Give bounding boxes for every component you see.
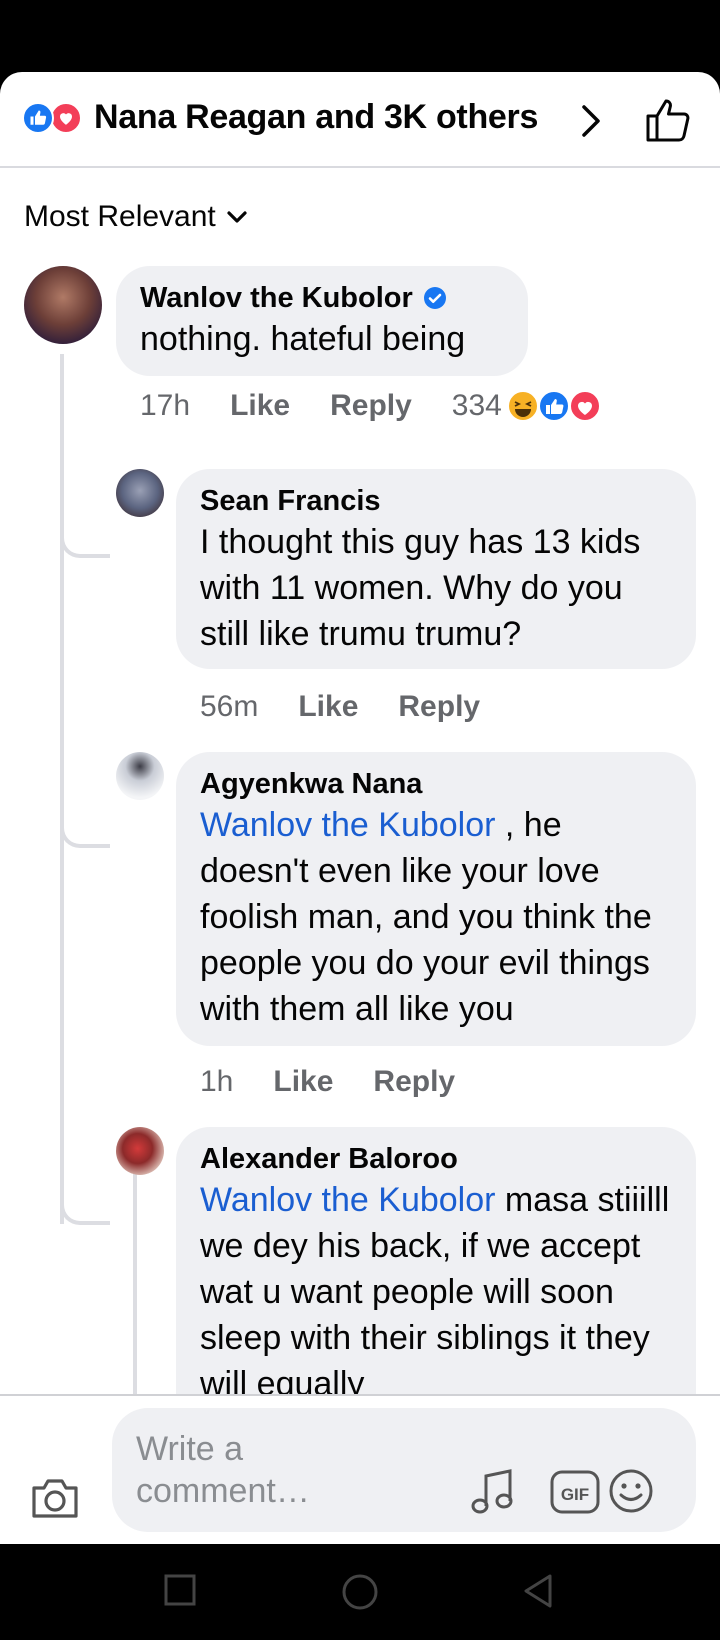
comment-time: 56m [200,690,259,723]
like-button[interactable]: Like [230,389,290,423]
like-reaction-icon [22,102,54,134]
comment-time: 17h [140,389,191,422]
comment-composer: Write a comment… GIF [0,1394,720,1544]
back-icon[interactable] [520,1572,556,1610]
like-reaction-icon [537,390,570,422]
verified-icon [423,287,446,309]
comment-input[interactable]: Write a comment… GIF [112,1408,696,1532]
reply-button[interactable]: Reply [373,1065,455,1099]
comment-actions: 17h Like Reply 334 [140,386,602,426]
reaction-icons [22,102,86,136]
comment-author[interactable]: Agyenkwa Nana [200,768,422,801]
reply-button[interactable]: Reply [398,690,480,724]
reaction-summary-icons[interactable] [506,389,602,423]
svg-text:GIF: GIF [561,1485,589,1504]
emoji-icon[interactable] [608,1468,654,1514]
chevron-right-icon[interactable] [576,104,606,138]
status-bar [0,0,720,72]
comment-actions: 56m Like Reply [200,687,520,727]
chevron-down-icon [227,211,247,223]
sort-label: Most Relevant [24,200,216,233]
comment-actions: 1h Like Reply [200,1062,495,1102]
system-nav-bar [0,1544,720,1640]
music-icon[interactable] [470,1468,514,1516]
comment-text: Wanlov the Kubolor , he doesn't even lik… [200,802,672,1032]
love-reaction-icon [568,390,601,422]
comment-author[interactable]: Sean Francis [200,485,381,518]
sort-dropdown[interactable]: Most Relevant [24,200,248,234]
camera-icon[interactable] [30,1476,80,1520]
reaction-count[interactable]: 334 [452,389,502,423]
comment-time: 1h [200,1065,234,1098]
comment-text: I thought this guy has 13 kids with 11 w… [200,523,641,653]
like-button[interactable]: Like [298,690,358,724]
home-icon[interactable] [340,1572,380,1612]
comment-placeholder: Write a comment… [136,1430,310,1510]
mention-link[interactable]: Wanlov the Kubolor [200,806,495,844]
comment-text: nothing. hateful being [140,320,466,358]
recent-apps-icon[interactable] [162,1572,198,1608]
mention-link[interactable]: Wanlov the Kubolor [200,1181,495,1219]
haha-reaction-icon [506,390,539,422]
thread-connector [60,1127,110,1225]
thread-connector [60,462,110,558]
thumbs-up-icon[interactable] [644,96,692,144]
reactors-text[interactable]: Nana Reagan and 3K others [94,98,538,137]
avatar[interactable] [116,752,164,800]
love-reaction-icon [50,102,82,134]
gif-icon[interactable]: GIF [550,1470,600,1514]
avatar[interactable] [116,469,164,517]
comment-bubble: Agyenkwa Nana Wanlov the Kubolor , he do… [176,752,696,1046]
thread-line [133,1174,137,1404]
avatar[interactable] [116,1127,164,1175]
comment-text: Wanlov the Kubolor masa stiiilll we dey … [200,1177,672,1407]
avatar[interactable] [24,266,102,344]
comment-bubble: Sean Francis I thought this guy has 13 k… [176,469,696,669]
comment-author[interactable]: Wanlov the Kubolor [140,282,413,315]
comments-sheet: Nana Reagan and 3K others Most Relevant … [0,72,720,1544]
thread-connector [60,752,110,848]
reply-button[interactable]: Reply [330,389,412,423]
comment-bubble: Wanlov the Kubolor nothing. hateful bein… [116,266,528,376]
comment-author[interactable]: Alexander Baloroo [200,1143,458,1176]
like-button[interactable]: Like [273,1065,333,1099]
reactions-header[interactable]: Nana Reagan and 3K others [0,72,720,168]
